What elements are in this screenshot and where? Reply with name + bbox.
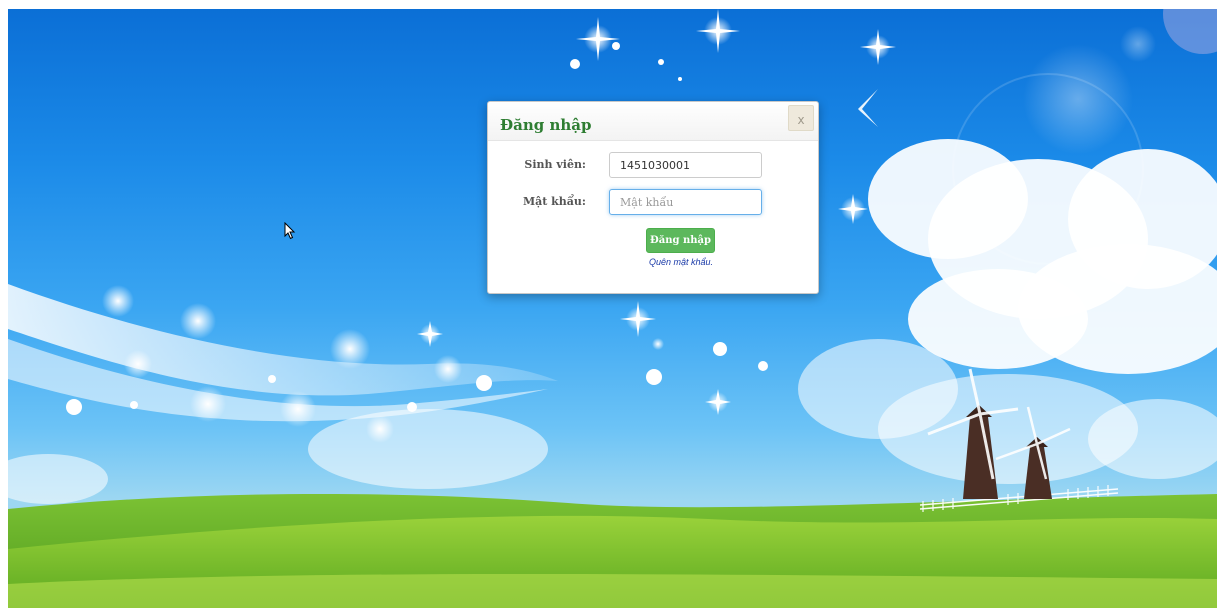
student-id-row: Sinh viên: (488, 152, 818, 178)
student-id-input[interactable] (609, 152, 762, 178)
password-label: Mật khẩu: (522, 195, 586, 208)
login-submit-button[interactable]: Đăng nhập (646, 228, 715, 253)
student-id-label: Sinh viên: (524, 158, 586, 171)
password-row: Mật khẩu: (488, 189, 818, 215)
password-input[interactable] (609, 189, 762, 215)
login-dialog: Đăng nhập x Sinh viên: Mật khẩu: Đăng nh… (487, 101, 819, 294)
close-button[interactable]: x (788, 105, 814, 131)
login-page-background: Đăng nhập x Sinh viên: Mật khẩu: Đăng nh… (8, 9, 1217, 608)
forgot-password-link[interactable]: Quên mật khẩu. (488, 257, 874, 267)
login-dialog-title: Đăng nhập (500, 116, 592, 134)
mouse-cursor-icon (284, 222, 296, 240)
landscape-illustration (8, 9, 1217, 608)
login-dialog-header: Đăng nhập x (488, 102, 818, 141)
